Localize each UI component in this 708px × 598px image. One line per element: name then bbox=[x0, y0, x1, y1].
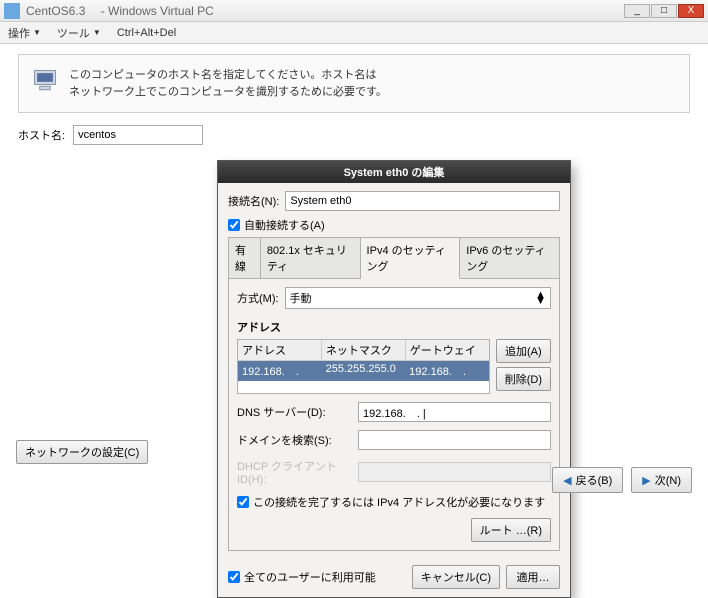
method-value: 手動 bbox=[290, 290, 312, 306]
dialog-bottom: 全てのユーザーに利用可能 キャンセル(C) 適用… bbox=[218, 565, 570, 597]
autoconnect-label: 自動接続する(A) bbox=[244, 217, 325, 233]
hostname-label: ホスト名: bbox=[18, 127, 65, 143]
connection-name-label: 接続名(N): bbox=[228, 193, 279, 209]
dns-label: DNS サーバー(D): bbox=[237, 404, 352, 420]
maximize-button[interactable]: □ bbox=[651, 4, 677, 18]
dns-row: DNS サーバー(D): 192.168. . | bbox=[237, 402, 551, 422]
window-titlebar: CentOS6.3 - Windows Virtual PC _ □ X bbox=[0, 0, 708, 22]
addresses-body: 192.168. . 255.255.255.0 192.168. . bbox=[238, 361, 489, 393]
menubar: 操作▼ ツール▼ Ctrl+Alt+Del bbox=[0, 22, 708, 44]
window-buttons: _ □ X bbox=[624, 4, 704, 18]
domain-label: ドメインを検索(S): bbox=[237, 432, 352, 448]
require-ipv4-label: この接続を完了するには IPv4 アドレス化が必要になります bbox=[253, 494, 545, 510]
autoconnect-checkbox[interactable] bbox=[228, 219, 240, 231]
menu-tool[interactable]: ツール▼ bbox=[57, 25, 101, 41]
close-button[interactable]: X bbox=[678, 4, 704, 18]
dns-input[interactable]: 192.168. . | bbox=[358, 402, 551, 422]
require-ipv4-checkbox[interactable] bbox=[237, 496, 249, 508]
dhcp-input bbox=[358, 462, 551, 482]
cell-gateway: 192.168. . bbox=[405, 361, 489, 381]
hdr-netmask: ネットマスク bbox=[322, 340, 406, 360]
tab-pane-ipv4: 方式(M): 手動 ▲▼ アドレス アドレス ネットマスク ゲートウェイ bbox=[228, 278, 560, 551]
menu-action[interactable]: 操作▼ bbox=[8, 25, 41, 41]
add-button[interactable]: 追加(A) bbox=[496, 339, 551, 363]
edit-connection-dialog: System eth0 の編集 接続名(N): 自動接続する(A) 有線 802… bbox=[217, 160, 571, 598]
host-text-line2: ネットワーク上でこのコンピュータを識別するために必要です。 bbox=[69, 84, 387, 101]
hostname-input[interactable] bbox=[73, 125, 203, 145]
tab-8021x[interactable]: 802.1x セキュリティ bbox=[261, 238, 361, 278]
domain-row: ドメインを検索(S): bbox=[237, 430, 551, 450]
addresses-table: アドレス ネットマスク ゲートウェイ 192.168. . 255.255.25… bbox=[237, 339, 490, 394]
table-row[interactable]: 192.168. . 255.255.255.0 192.168. . bbox=[238, 361, 489, 381]
computer-icon bbox=[31, 67, 59, 95]
routes-row: ルート …(R) bbox=[237, 518, 551, 542]
dhcp-row: DHCP クライアント ID(H): bbox=[237, 458, 551, 486]
cell-netmask: 255.255.255.0 bbox=[322, 361, 406, 381]
network-config-button[interactable]: ネットワークの設定(C) bbox=[16, 440, 148, 464]
hdr-gateway: ゲートウェイ bbox=[406, 340, 489, 360]
delete-button[interactable]: 削除(D) bbox=[496, 367, 551, 391]
nav-buttons: ◀戻る(B) ▶次(N) bbox=[552, 467, 692, 493]
next-button[interactable]: ▶次(N) bbox=[631, 467, 692, 493]
dhcp-label: DHCP クライアント ID(H): bbox=[237, 458, 352, 486]
tabs: 有線 802.1x セキュリティ IPv4 のセッティング IPv6 のセッティ… bbox=[228, 237, 560, 278]
back-button[interactable]: ◀戻る(B) bbox=[552, 467, 623, 493]
tab-ipv4[interactable]: IPv4 のセッティング bbox=[361, 238, 461, 279]
dialog-body: 接続名(N): 自動接続する(A) 有線 802.1x セキュリティ IPv4 … bbox=[218, 183, 570, 557]
autoconnect-row: 自動接続する(A) bbox=[228, 217, 560, 233]
require-ipv4-row: この接続を完了するには IPv4 アドレス化が必要になります bbox=[237, 494, 551, 510]
minimize-button[interactable]: _ bbox=[624, 4, 650, 18]
addresses-buttons: 追加(A) 削除(D) bbox=[496, 339, 551, 394]
addresses-header: アドレス ネットマスク ゲートウェイ bbox=[238, 340, 489, 361]
connection-name-input[interactable] bbox=[285, 191, 560, 211]
dialog-title: System eth0 の編集 bbox=[218, 161, 570, 183]
all-users-checkbox[interactable] bbox=[228, 571, 240, 583]
addresses-block: アドレス ネットマスク ゲートウェイ 192.168. . 255.255.25… bbox=[237, 339, 551, 394]
routes-button[interactable]: ルート …(R) bbox=[471, 518, 551, 542]
apply-button[interactable]: 適用… bbox=[506, 565, 560, 589]
vm-icon bbox=[4, 3, 20, 19]
host-text: このコンピュータのホスト名を指定してください。ホスト名は ネットワーク上でこのコ… bbox=[69, 67, 387, 100]
arrow-left-icon: ◀ bbox=[563, 474, 571, 487]
cell-address: 192.168. . bbox=[238, 361, 322, 381]
method-label: 方式(M): bbox=[237, 290, 279, 306]
window-title: CentOS6.3 - Windows Virtual PC bbox=[26, 2, 624, 19]
tab-wired[interactable]: 有線 bbox=[229, 238, 261, 278]
arrow-right-icon: ▶ bbox=[642, 474, 650, 487]
connection-name-row: 接続名(N): bbox=[228, 191, 560, 211]
host-text-line1: このコンピュータのホスト名を指定してください。ホスト名は bbox=[69, 67, 387, 84]
method-row: 方式(M): 手動 ▲▼ bbox=[237, 287, 551, 309]
hostname-row: ホスト名: bbox=[18, 125, 690, 145]
method-combo[interactable]: 手動 ▲▼ bbox=[285, 287, 551, 309]
combo-carets-icon: ▲▼ bbox=[535, 292, 546, 304]
addresses-title: アドレス bbox=[237, 319, 551, 335]
tab-ipv6[interactable]: IPv6 のセッティング bbox=[460, 238, 559, 278]
domain-input[interactable] bbox=[358, 430, 551, 450]
host-info-box: このコンピュータのホスト名を指定してください。ホスト名は ネットワーク上でこのコ… bbox=[18, 54, 690, 113]
cancel-button[interactable]: キャンセル(C) bbox=[412, 565, 500, 589]
host-panel: このコンピュータのホスト名を指定してください。ホスト名は ネットワーク上でこのコ… bbox=[0, 44, 708, 155]
hdr-address: アドレス bbox=[238, 340, 322, 360]
all-users-row: 全てのユーザーに利用可能 bbox=[228, 569, 406, 585]
all-users-label: 全てのユーザーに利用可能 bbox=[244, 569, 376, 585]
menu-cad[interactable]: Ctrl+Alt+Del bbox=[117, 27, 176, 39]
